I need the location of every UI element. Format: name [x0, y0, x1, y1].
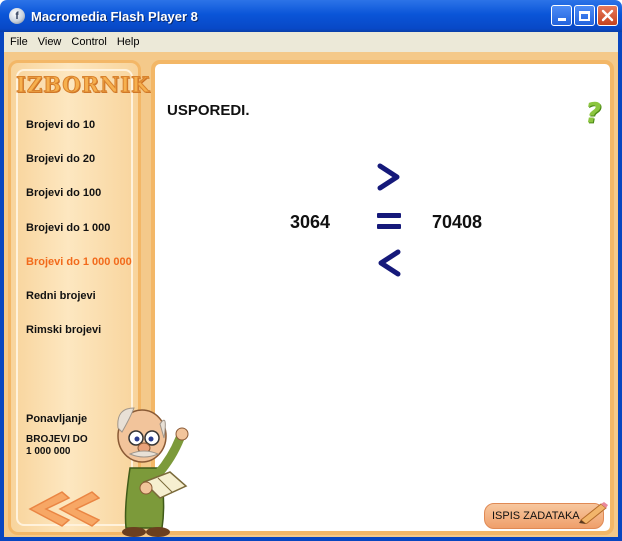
sidebar-item-redni-brojevi[interactable]: Redni brojevi [26, 290, 96, 302]
flash-player-icon[interactable]: f [9, 8, 25, 24]
review-topic-line1[interactable]: BROJEVI DO [26, 434, 88, 445]
menu-file[interactable]: File [10, 36, 28, 48]
less-than-button[interactable] [377, 249, 401, 277]
exercise-panel [151, 60, 614, 535]
greater-than-button[interactable] [377, 163, 401, 191]
print-exercises-label: ISPIS ZADATAKA [492, 510, 580, 522]
print-exercises-button[interactable]: ISPIS ZADATAKA [484, 502, 608, 529]
professor-character-illustration [117, 407, 189, 537]
sidebar-item-brojevi-do-10[interactable]: Brojevi do 10 [26, 119, 95, 131]
sidebar-item-brojevi-do-20[interactable]: Brojevi do 20 [26, 153, 95, 165]
menu-control[interactable]: Control [71, 36, 106, 48]
window-border-right [618, 32, 622, 541]
review-topic-line2[interactable]: 1 000 000 [26, 446, 71, 457]
double-chevron-left-icon[interactable] [22, 490, 100, 528]
maximize-icon [579, 10, 590, 21]
left-number: 3064 [290, 212, 331, 232]
minimize-button[interactable] [551, 5, 572, 26]
sidebar-item-brojevi-do-1000000[interactable]: Brojevi do 1 000 000 [26, 256, 132, 268]
sidebar-item-brojevi-do-1000[interactable]: Brojevi do 1 000 [26, 222, 110, 234]
review-heading[interactable]: Ponavljanje [26, 413, 87, 425]
window-title: Macromedia Flash Player 8 [31, 8, 198, 24]
menu-help[interactable]: Help [117, 36, 140, 48]
right-number: 70408 [432, 212, 483, 232]
window-controls [551, 5, 618, 26]
menu-bar: File View Control Help [0, 32, 622, 52]
menu-view[interactable]: View [38, 36, 62, 48]
close-button[interactable] [597, 5, 618, 26]
close-icon [601, 9, 614, 22]
equals-button[interactable] [376, 208, 402, 234]
izbornik-logo: IZBORNIK [16, 72, 151, 98]
window-border-bottom [0, 537, 622, 541]
window-title-bar[interactable]: f Macromedia Flash Player 8 [0, 0, 622, 32]
sidebar-item-brojevi-do-100[interactable]: Brojevi do 100 [26, 187, 101, 199]
question-mark-icon[interactable]: ? [585, 98, 607, 128]
pencil-icon [579, 502, 608, 524]
minimize-icon [557, 18, 566, 21]
sidebar-item-rimski-brojevi[interactable]: Rimski brojevi [26, 324, 101, 336]
maximize-button[interactable] [574, 5, 595, 26]
exercise-instruction: USPOREDI. [167, 102, 250, 119]
